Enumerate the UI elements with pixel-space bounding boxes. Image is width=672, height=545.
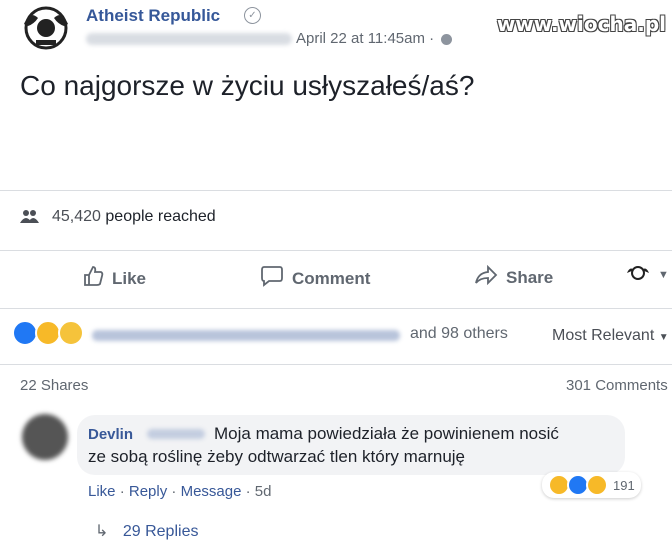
page-name[interactable]: Atheist Republic xyxy=(86,6,220,26)
reply-arrow-icon: ↳ xyxy=(95,523,109,540)
page-avatar-icon xyxy=(626,265,650,285)
comment-reply-link[interactable]: Reply xyxy=(129,483,167,500)
like-button[interactable]: Like xyxy=(82,265,146,292)
divider xyxy=(0,364,672,365)
view-replies-link[interactable]: ↳ 29 Replies xyxy=(95,521,198,541)
blurred-names xyxy=(92,330,400,341)
reaction-icons[interactable] xyxy=(12,320,84,346)
avatar[interactable] xyxy=(22,414,68,460)
post-text: Co najgorsze w życiu usłyszałeś/aś? xyxy=(20,70,475,101)
verified-icon: ✓ xyxy=(244,7,261,24)
comment-text-line-1: Moja mama powiedziała że powinienem nosi… xyxy=(214,424,559,443)
wow-reaction-icon xyxy=(586,474,608,496)
people-icon xyxy=(20,209,40,227)
blurred-surname xyxy=(147,429,205,439)
dropdown-icon: ▼ xyxy=(658,332,669,343)
share-icon xyxy=(474,264,498,290)
comment-message-link[interactable]: Message xyxy=(181,483,242,500)
comment-age[interactable]: 5d xyxy=(255,483,272,500)
reach-stat[interactable]: 45,420 people reached xyxy=(52,208,216,226)
divider xyxy=(0,250,672,251)
post-date[interactable]: April 22 at 11:45am · xyxy=(296,30,453,47)
reaction-others[interactable]: and 98 others xyxy=(410,325,508,343)
thumbs-up-icon xyxy=(82,265,104,292)
comment-author[interactable]: Devlin xyxy=(88,426,133,443)
comment-icon xyxy=(260,265,284,292)
watermark: www.wiocha.pl xyxy=(496,12,666,36)
page-logo[interactable] xyxy=(20,4,72,52)
shares-count[interactable]: 22 Shares xyxy=(20,377,88,394)
share-button[interactable]: Share xyxy=(474,264,553,290)
comment-actions: Like · Reply · Message · 5d xyxy=(88,483,272,500)
comment-button[interactable]: Comment xyxy=(260,265,370,292)
dropdown-icon: ▼ xyxy=(658,269,669,281)
comments-count[interactable]: 301 Comments xyxy=(566,377,668,394)
blurred-meta xyxy=(86,33,292,45)
divider xyxy=(0,308,672,309)
comment-text-line-2: ze sobą roślinę żeby odtwarzać tlen któr… xyxy=(88,447,466,466)
sad-reaction-icon xyxy=(58,320,84,346)
divider xyxy=(0,190,672,191)
globe-icon xyxy=(441,33,453,45)
comment-like-link[interactable]: Like xyxy=(88,483,116,500)
page-selector[interactable]: ▼ xyxy=(626,265,669,285)
sort-selector[interactable]: Most Relevant ▼ xyxy=(552,327,669,345)
comment-reactions[interactable]: 191 xyxy=(542,472,641,498)
